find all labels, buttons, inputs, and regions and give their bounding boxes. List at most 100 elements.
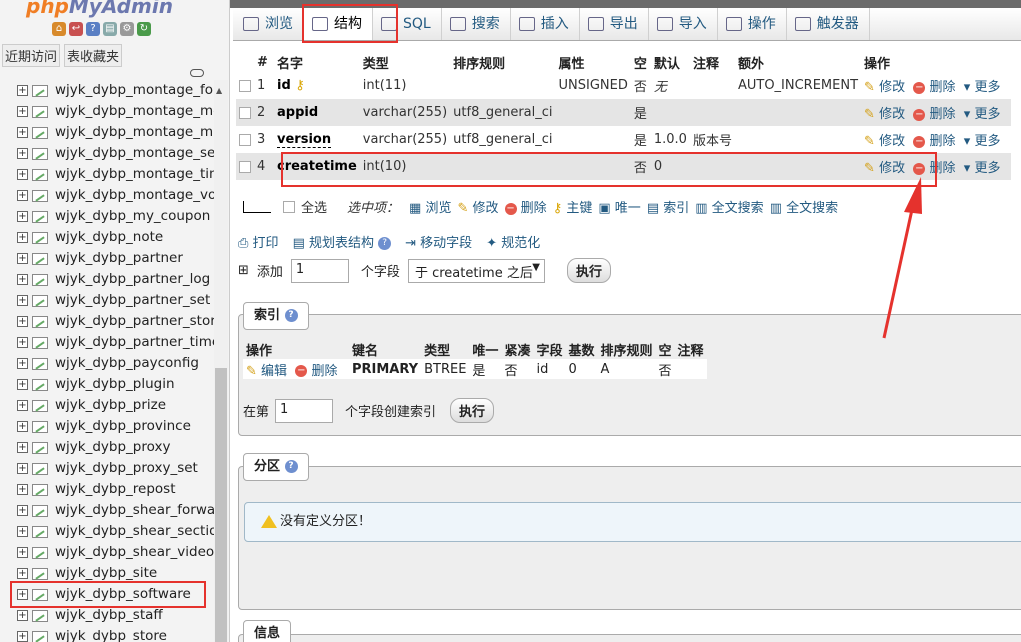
expand-icon[interactable]: +	[17, 190, 28, 201]
expand-icon[interactable]: +	[17, 148, 28, 159]
reload-icon[interactable]: ↻	[137, 22, 151, 36]
expand-icon[interactable]: +	[17, 421, 28, 432]
print-link[interactable]: ⎙ 打印	[238, 232, 279, 251]
index-go-button[interactable]: 执行	[450, 398, 495, 423]
bulk-fulltext[interactable]: ▥ 全文搜索	[695, 197, 763, 216]
nav-scrollbar[interactable]: ▲	[214, 80, 228, 642]
tab-favorites[interactable]: 表收藏夹	[64, 44, 123, 67]
table-tree-item[interactable]: + wjyk_dybp_partner_time	[0, 332, 214, 353]
delete-link[interactable]: − 删除	[913, 80, 956, 95]
tab-trigger[interactable]: 触发器	[787, 8, 870, 40]
row-checkbox[interactable]	[239, 106, 251, 119]
expand-icon[interactable]: +	[17, 526, 28, 537]
index-count-input[interactable]: 1	[275, 398, 334, 423]
expand-icon[interactable]: +	[17, 442, 28, 453]
expand-icon[interactable]: +	[17, 274, 28, 285]
bulk-unique[interactable]: ▣ 唯一	[598, 197, 640, 216]
expand-icon[interactable]: +	[17, 358, 28, 369]
table-tree-item[interactable]: + wjyk_dybp_montage_mus	[0, 122, 214, 143]
plan-structure-link[interactable]: ▤ 规划表结构 ?	[293, 232, 392, 251]
add-count-input[interactable]: 1	[290, 258, 349, 283]
expand-icon[interactable]: +	[17, 547, 28, 558]
expand-icon[interactable]: +	[17, 463, 28, 474]
tab-search[interactable]: 搜索	[442, 8, 511, 40]
tab-wrench[interactable]: 操作	[718, 8, 787, 40]
expand-icon[interactable]: +	[17, 631, 28, 642]
position-select[interactable]: 于 createtime 之后 ▼	[407, 258, 545, 283]
table-tree-item[interactable]: + wjyk_dybp_payconfig	[0, 353, 214, 374]
scrollbar-thumb[interactable]	[215, 368, 227, 642]
expand-icon[interactable]: +	[17, 400, 28, 411]
bulk-primary[interactable]: ⚷ 主键	[553, 197, 593, 216]
table-tree-item[interactable]: + wjyk_dybp_shear_video	[0, 542, 214, 563]
more-link[interactable]: ▾ 更多	[964, 80, 1001, 95]
table-tree-item[interactable]: + wjyk_dybp_montage_set	[0, 143, 214, 164]
expand-icon[interactable]: +	[17, 127, 28, 138]
expand-icon[interactable]: +	[17, 337, 28, 348]
bulk-delete[interactable]: − 删除	[504, 197, 547, 216]
table-tree-item[interactable]: + wjyk_dybp_partner	[0, 248, 214, 269]
logout-icon[interactable]: ↩	[69, 22, 83, 36]
row-checkbox[interactable]	[239, 133, 251, 146]
edit-link[interactable]: ✎ 修改	[864, 107, 905, 122]
index-edit-link[interactable]: ✎ 编辑	[246, 364, 287, 379]
normalize-link[interactable]: ✦ 规范化	[486, 232, 540, 251]
phpmyadmin-logo[interactable]: phpMyAdmin	[26, 0, 173, 18]
expand-icon[interactable]: +	[17, 169, 28, 180]
table-tree-item[interactable]: + wjyk_dybp_prize	[0, 395, 214, 416]
home-icon[interactable]: ⌂	[52, 22, 66, 36]
index-delete-link[interactable]: − 删除	[295, 364, 337, 379]
table-tree-item[interactable]: + wjyk_dybp_proxy	[0, 437, 214, 458]
tab-recent[interactable]: 近期访问	[2, 44, 61, 67]
table-tree-item[interactable]: + wjyk_dybp_shear_section	[0, 521, 214, 542]
expand-icon[interactable]: +	[17, 379, 28, 390]
move-columns-link[interactable]: ⇥ 移动字段	[405, 232, 472, 251]
expand-icon[interactable]: +	[17, 106, 28, 117]
link-icon[interactable]	[190, 69, 204, 77]
expand-icon[interactable]: +	[17, 484, 28, 495]
docs-icon[interactable]: ▤	[103, 22, 117, 36]
table-tree-item[interactable]: + wjyk_dybp_partner_set	[0, 290, 214, 311]
row-checkbox[interactable]	[239, 160, 251, 173]
table-tree-item[interactable]: + wjyk_dybp_shear_forward	[0, 500, 214, 521]
delete-link[interactable]: − 删除	[913, 134, 956, 149]
table-tree-item[interactable]: + wjyk_dybp_montage_voic	[0, 185, 214, 206]
expand-icon[interactable]: +	[17, 610, 28, 621]
help-icon[interactable]: ?	[86, 22, 100, 36]
bulk-browse[interactable]: ▦ 浏览	[409, 197, 451, 216]
row-checkbox[interactable]	[239, 79, 251, 92]
expand-icon[interactable]: +	[17, 505, 28, 516]
table-tree-item[interactable]: + wjyk_dybp_partner_log	[0, 269, 214, 290]
table-tree-item[interactable]: + wjyk_dybp_repost	[0, 479, 214, 500]
scroll-up-icon[interactable]: ▲	[216, 86, 222, 95]
table-tree-item[interactable]: + wjyk_dybp_partner_store	[0, 311, 214, 332]
table-tree-item[interactable]: + wjyk_dybp_note	[0, 227, 214, 248]
tab-import[interactable]: 导入	[649, 8, 718, 40]
expand-icon[interactable]: +	[17, 316, 28, 327]
more-link[interactable]: ▾ 更多	[964, 107, 1001, 122]
table-tree-item[interactable]: + wjyk_dybp_plugin	[0, 374, 214, 395]
edit-link[interactable]: ✎ 修改	[864, 134, 905, 149]
select-all-label[interactable]: 全选	[301, 197, 327, 216]
expand-icon[interactable]: +	[17, 232, 28, 243]
table-tree-item[interactable]: + wjyk_dybp_store	[0, 626, 214, 642]
table-tree-item[interactable]: + wjyk_dybp_montage_folc	[0, 80, 214, 101]
tab-export[interactable]: 导出	[580, 8, 649, 40]
table-tree-item[interactable]: + wjyk_dybp_my_coupon	[0, 206, 214, 227]
table-tree-item[interactable]: + wjyk_dybp_montage_med	[0, 101, 214, 122]
expand-icon[interactable]: +	[17, 295, 28, 306]
table-tree-item[interactable]: + wjyk_dybp_province	[0, 416, 214, 437]
expand-icon[interactable]: +	[17, 85, 28, 96]
delete-link[interactable]: − 删除	[913, 107, 956, 122]
more-link[interactable]: ▾ 更多	[964, 161, 1001, 176]
table-tree-item[interactable]: + wjyk_dybp_montage_tim	[0, 164, 214, 185]
table-tree-item[interactable]: + wjyk_dybp_proxy_set	[0, 458, 214, 479]
tab-browse[interactable]: 浏览	[233, 8, 304, 40]
bulk-index[interactable]: ▤ 索引	[647, 197, 689, 216]
gear-icon[interactable]: ⚙	[120, 22, 134, 36]
add-go-button[interactable]: 执行	[566, 258, 611, 283]
expand-icon[interactable]: +	[17, 568, 28, 579]
expand-icon[interactable]: +	[17, 253, 28, 264]
tab-insert[interactable]: 插入	[511, 8, 580, 40]
edit-link[interactable]: ✎ 修改	[864, 80, 905, 95]
